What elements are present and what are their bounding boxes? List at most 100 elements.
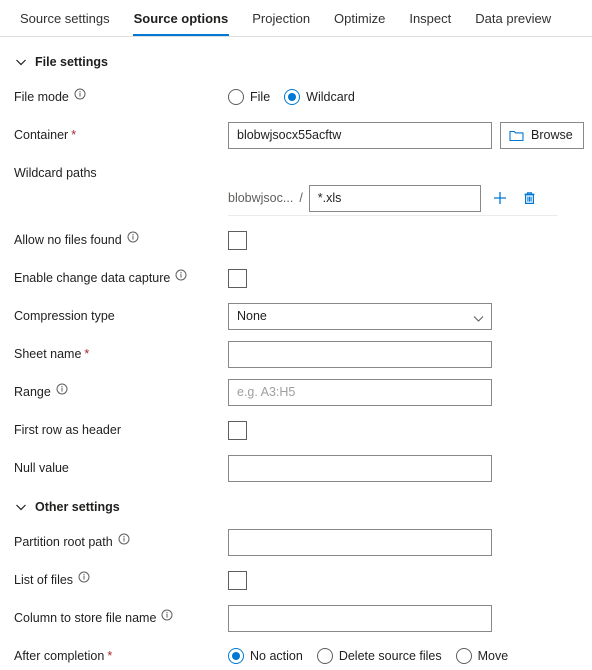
allow-no-files-found-control bbox=[228, 230, 247, 250]
null-value-input[interactable] bbox=[228, 454, 492, 482]
label-text: Compression type bbox=[14, 309, 115, 323]
column-to-store-file-name-input[interactable] bbox=[228, 604, 492, 632]
null-value-control bbox=[228, 454, 492, 482]
label-text: Partition root path bbox=[14, 535, 113, 549]
label-allow-no-files-found: Allow no files found bbox=[14, 231, 228, 248]
tab-label: Source settings bbox=[20, 10, 110, 26]
label-text: Sheet name bbox=[14, 347, 82, 361]
info-icon[interactable] bbox=[74, 88, 86, 100]
label-text: First row as header bbox=[14, 423, 121, 437]
list-of-files-control bbox=[228, 570, 247, 590]
required-asterisk: * bbox=[107, 649, 113, 663]
info-icon[interactable] bbox=[118, 533, 130, 545]
label-compression-type: Compression type bbox=[14, 308, 228, 324]
tab-data-preview[interactable]: Data preview bbox=[463, 0, 563, 36]
row-partition-root-path: Partition root path bbox=[0, 528, 592, 556]
list-of-files-checkbox[interactable] bbox=[228, 570, 247, 590]
compression-type-select[interactable]: None bbox=[228, 302, 492, 330]
enable-change-data-capture-checkbox[interactable] bbox=[228, 268, 247, 288]
row-list-of-files: List of files bbox=[0, 566, 592, 594]
label-column-to-store-file-name: Column to store file name bbox=[14, 609, 228, 626]
info-icon[interactable] bbox=[78, 571, 90, 583]
trash-icon[interactable] bbox=[519, 187, 541, 209]
info-icon[interactable] bbox=[56, 383, 68, 395]
label-text: Container bbox=[14, 128, 69, 142]
wildcard-path-row: blobwjsoc... / bbox=[228, 181, 592, 215]
label-sheet-name: Sheet name * bbox=[14, 346, 228, 362]
radio-group-file-mode: File Wildcard bbox=[228, 89, 355, 105]
first-row-as-header-control bbox=[228, 420, 247, 440]
sheet-name-control bbox=[228, 340, 492, 368]
container-input[interactable] bbox=[228, 121, 492, 149]
radio-after-completion-delete-source-files[interactable]: Delete source files bbox=[316, 648, 442, 664]
first-row-as-header-checkbox[interactable] bbox=[228, 420, 247, 440]
radio-label: No action bbox=[250, 649, 303, 663]
radio-file-mode-file[interactable]: File bbox=[228, 89, 270, 105]
row-after-completion: After completion * No action Delete sour… bbox=[0, 642, 592, 670]
container-control: Browse bbox=[228, 121, 584, 149]
radio-indicator bbox=[284, 89, 301, 105]
range-control bbox=[228, 378, 492, 406]
source-options-form: File settings File mode File Wildcard Co… bbox=[0, 51, 592, 670]
radio-label: Wildcard bbox=[306, 90, 355, 104]
radio-after-completion-move[interactable]: Move bbox=[455, 648, 508, 664]
column-to-store-file-name-control bbox=[228, 604, 492, 632]
section-title: Other settings bbox=[35, 500, 120, 514]
radio-label: Delete source files bbox=[338, 649, 442, 663]
label-after-completion: After completion * bbox=[14, 648, 228, 664]
row-container: Container * Browse bbox=[0, 121, 592, 149]
label-text: List of files bbox=[14, 573, 74, 587]
label-text: Range bbox=[14, 385, 51, 399]
row-compression-type: Compression type None bbox=[0, 302, 592, 330]
radio-file-mode-wildcard[interactable]: Wildcard bbox=[284, 89, 355, 105]
label-wildcard-paths: Wildcard paths bbox=[14, 165, 228, 181]
radio-indicator bbox=[228, 89, 244, 105]
label-text: Null value bbox=[14, 461, 69, 475]
row-sheet-name: Sheet name * bbox=[0, 340, 592, 368]
wildcard-paths-divider bbox=[228, 215, 558, 216]
wildcard-path-separator: / bbox=[299, 191, 303, 205]
info-icon[interactable] bbox=[127, 231, 139, 243]
row-null-value: Null value bbox=[0, 454, 592, 482]
label-text: Column to store file name bbox=[14, 611, 157, 625]
tab-source-settings[interactable]: Source settings bbox=[8, 0, 122, 36]
folder-icon bbox=[509, 129, 524, 142]
chevron-down-icon bbox=[14, 500, 28, 514]
partition-root-path-control bbox=[228, 528, 492, 556]
radio-after-completion-no-action[interactable]: No action bbox=[228, 648, 303, 664]
sheet-name-input[interactable] bbox=[228, 340, 492, 368]
required-asterisk: * bbox=[71, 128, 77, 142]
wildcard-path-input[interactable] bbox=[308, 184, 481, 212]
label-file-mode: File mode bbox=[14, 88, 228, 105]
tab-optimize[interactable]: Optimize bbox=[322, 0, 397, 36]
radio-indicator bbox=[316, 648, 333, 664]
tab-label: Projection bbox=[252, 10, 311, 26]
plus-icon[interactable] bbox=[489, 187, 511, 209]
tab-source-options[interactable]: Source options bbox=[122, 0, 241, 36]
section-title: File settings bbox=[35, 55, 108, 69]
info-icon[interactable] bbox=[175, 269, 187, 281]
section-header-file-settings[interactable]: File settings bbox=[14, 51, 592, 73]
allow-no-files-found-checkbox[interactable] bbox=[228, 230, 247, 250]
row-enable-change-data-capture: Enable change data capture bbox=[0, 264, 592, 292]
chevron-down-icon bbox=[14, 55, 28, 69]
required-asterisk: * bbox=[84, 347, 90, 361]
tab-projection[interactable]: Projection bbox=[240, 0, 322, 36]
info-icon[interactable] bbox=[161, 609, 173, 621]
tab-label: Data preview bbox=[475, 10, 552, 26]
partition-root-path-input[interactable] bbox=[228, 528, 492, 556]
label-container: Container * bbox=[14, 127, 228, 143]
row-allow-no-files-found: Allow no files found bbox=[0, 226, 592, 254]
tab-strip: Source settings Source options Projectio… bbox=[0, 0, 592, 37]
browse-button[interactable]: Browse bbox=[500, 121, 584, 149]
label-text: Enable change data capture bbox=[14, 271, 171, 285]
wildcard-paths-list: blobwjsoc... / bbox=[0, 181, 592, 216]
row-column-to-store-file-name: Column to store file name bbox=[0, 604, 592, 632]
compression-type-control: None bbox=[228, 302, 492, 330]
label-partition-root-path: Partition root path bbox=[14, 533, 228, 550]
section-header-other-settings[interactable]: Other settings bbox=[14, 496, 592, 518]
range-input[interactable] bbox=[228, 378, 492, 406]
label-text: After completion bbox=[14, 649, 105, 663]
label-range: Range bbox=[14, 383, 228, 400]
tab-inspect[interactable]: Inspect bbox=[397, 0, 463, 36]
